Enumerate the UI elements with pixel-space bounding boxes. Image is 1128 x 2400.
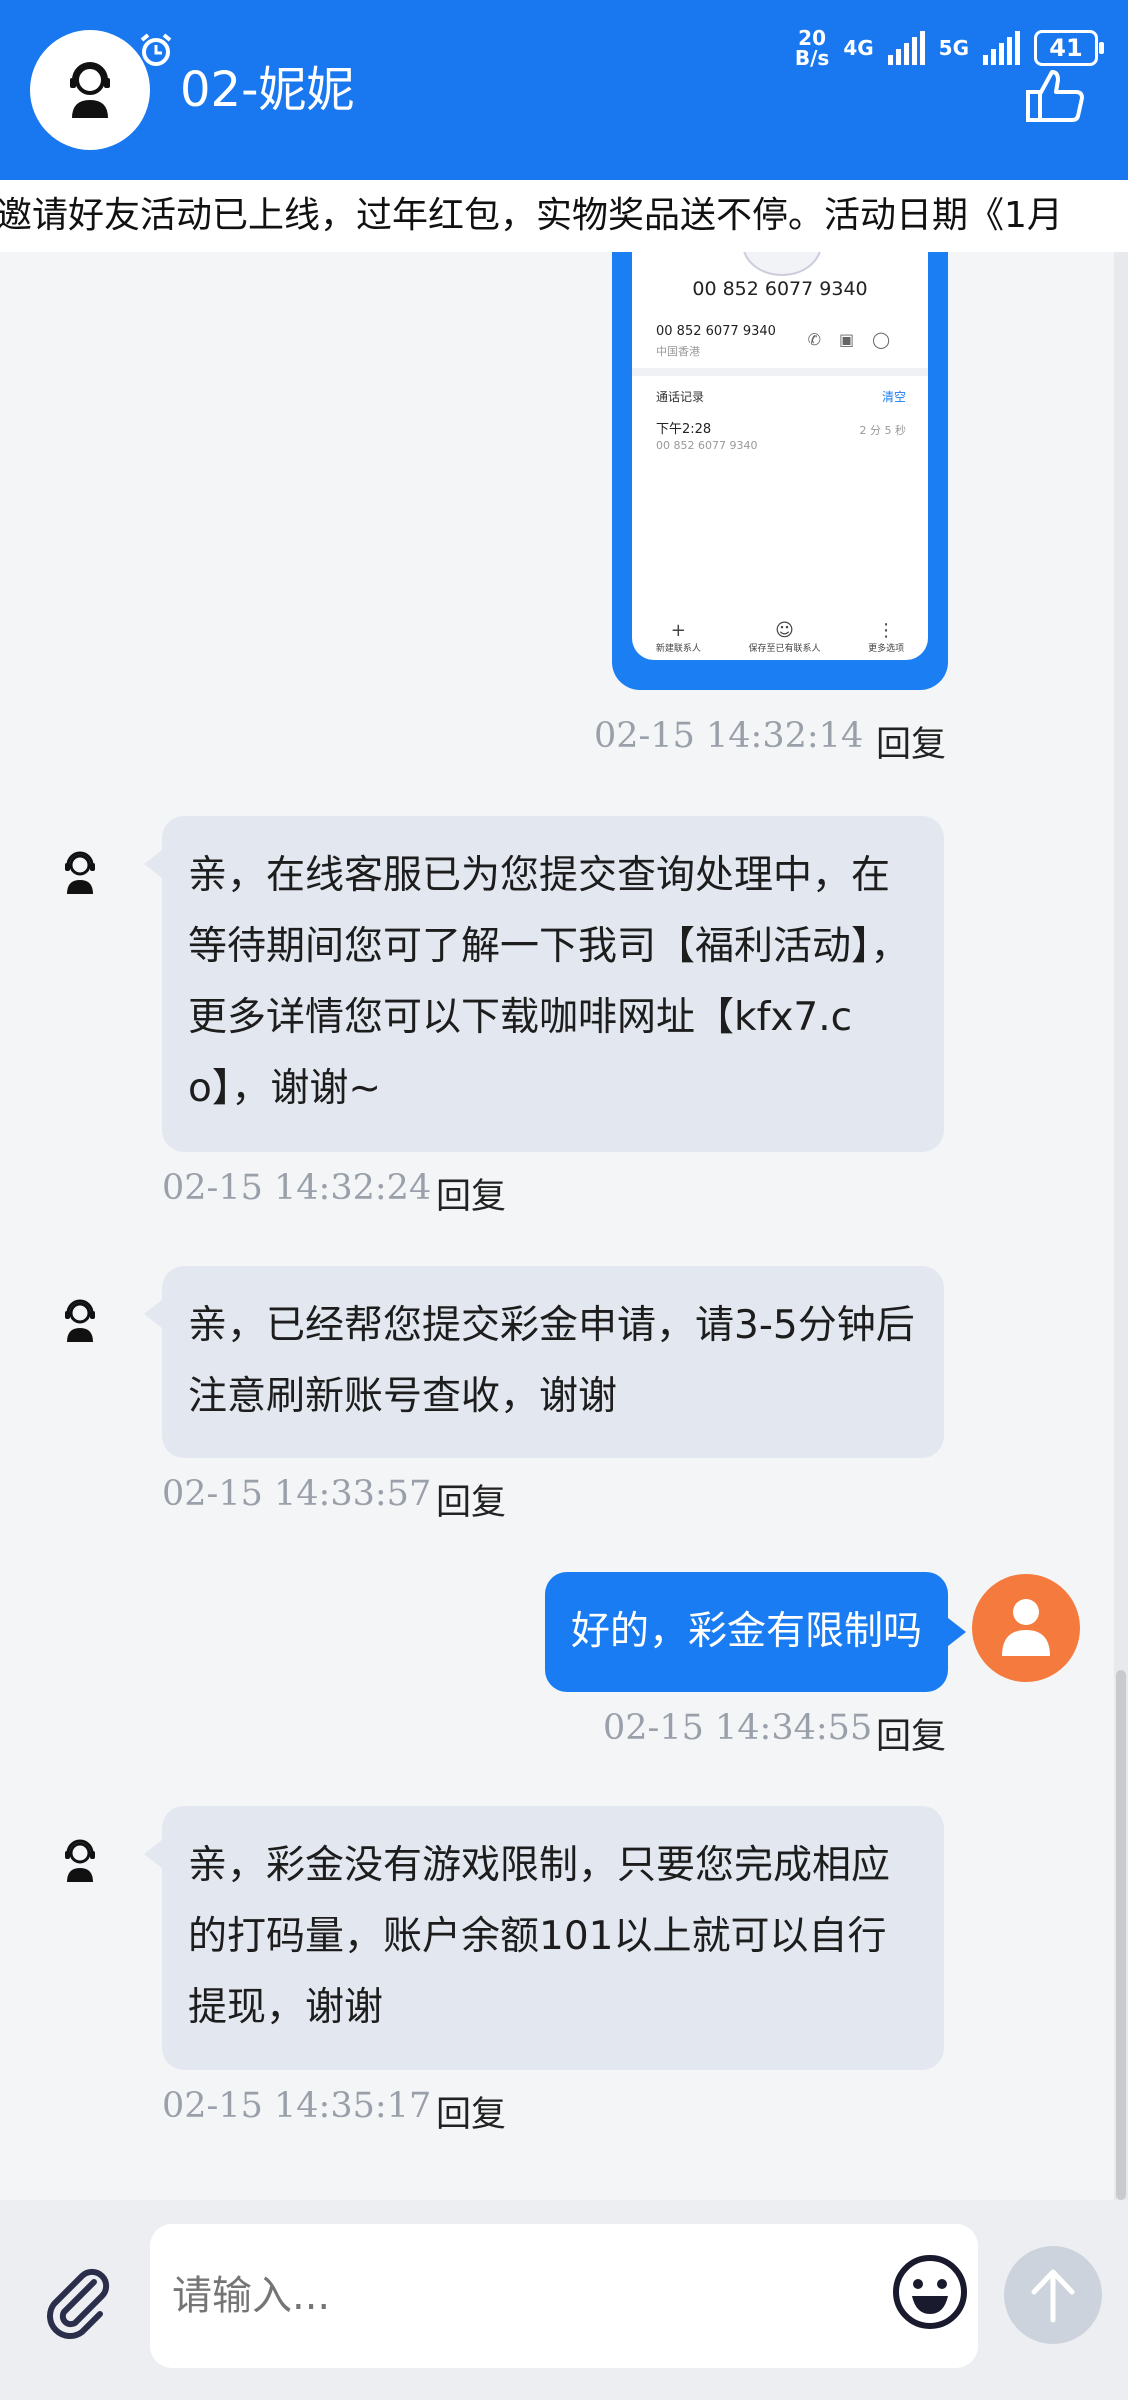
message-time: 02-15 14:34:55 <box>603 1708 873 1748</box>
nav-new-contact: + 新建联系人 <box>655 620 701 654</box>
message-time: 02-15 14:35:17 <box>162 2086 432 2126</box>
screenshot-number-row: 00 852 6077 9340 中国香港 <box>656 324 776 358</box>
reply-link[interactable]: 回复 <box>436 1168 506 1219</box>
paperclip-icon[interactable] <box>36 2260 116 2340</box>
battery-indicator: 41 <box>1034 30 1104 66</box>
user-message-bubble[interactable]: 好的，彩金有限制吗 <box>544 1572 967 1692</box>
call-actions-icons: ✆▣◯ <box>807 330 908 349</box>
agent-avatar[interactable] <box>30 30 150 150</box>
composer-bar <box>0 2200 1128 2400</box>
reply-link[interactable]: 回复 <box>436 2086 506 2137</box>
agent-message-bubble[interactable]: 亲，在线客服已为您提交查询处理中，在等待期间您可了解一下我司【福利活动】，更多详… <box>144 816 944 1152</box>
message-time: 02-15 14:32:24 <box>162 1168 432 1208</box>
net-speed: 20 B/s <box>794 26 830 70</box>
agent-message-bubble[interactable]: 亲，已经帮您提交彩金申请，请3-5分钟后注意刷新账号查收，谢谢 <box>144 1266 944 1458</box>
screenshot-number: 00 852 6077 9340 <box>692 278 868 300</box>
notice-text: 邀请好友活动已上线，过年红包，实物奖品送不停。活动日期《1月 <box>0 195 1063 236</box>
reply-link[interactable]: 回复 <box>876 1708 946 1759</box>
user-avatar[interactable] <box>972 1574 1080 1682</box>
records-label: 通话记录 <box>656 390 705 404</box>
signal-icon <box>983 31 1020 65</box>
agent-headset-icon <box>65 851 95 894</box>
app-header: 02-妮妮 20 B/s 4G 5G 41 <box>0 0 1128 180</box>
clear-label: 清空 <box>881 390 906 404</box>
message-time: 02-15 14:33:57 <box>162 1474 432 1514</box>
agent-headset-icon <box>65 1839 95 1882</box>
agent-message-bubble[interactable]: 亲，彩金没有游戏限制，只要您完成相应的打码量，账户余额101以上就可以自行提现，… <box>144 1806 944 2070</box>
send-button[interactable] <box>1004 2246 1102 2344</box>
arrow-up-icon <box>1031 2269 1075 2323</box>
emoji-icon[interactable] <box>890 2252 970 2332</box>
contact-avatar-placeholder <box>742 252 822 276</box>
call-log-screenshot: 00 852 6077 9340 00 852 6077 9340 中国香港 ✆… <box>632 252 928 660</box>
call-record: 下午2:28 00 852 6077 9340 <box>656 422 758 452</box>
page-title: 02-妮妮 <box>180 62 355 118</box>
scrollbar-thumb[interactable] <box>1116 1670 1126 2200</box>
image-message[interactable]: 00 852 6077 9340 00 852 6077 9340 中国香港 ✆… <box>612 252 948 690</box>
screenshot-bottom-nav: + 新建联系人 ☺ 保存至已有联系人 ⋮ 更多选项 <box>632 620 928 654</box>
signal-icon <box>887 31 925 65</box>
agent-headset-icon <box>65 1299 95 1342</box>
divider <box>632 368 928 376</box>
call-duration: 2 分 5 秒 <box>859 424 907 437</box>
notice-marquee[interactable]: 邀请好友活动已上线，过年红包，实物奖品送不停。活动日期《1月 <box>0 180 1128 252</box>
agent-headset-icon <box>70 62 110 118</box>
chat-list[interactable]: 00 852 6077 9340 00 852 6077 9340 中国香港 ✆… <box>0 252 1128 2200</box>
thumbs-up-icon[interactable] <box>1024 66 1086 124</box>
user-icon <box>1002 1599 1050 1656</box>
network-5g-label: 5G <box>938 36 969 60</box>
status-bar: 20 B/s 4G 5G 41 <box>794 26 1104 70</box>
network-4g-label: 4G <box>843 36 874 60</box>
alarm-icon <box>140 33 172 66</box>
reply-link[interactable]: 回复 <box>876 716 946 767</box>
nav-save-contact: ☺ 保存至已有联系人 <box>748 620 821 654</box>
message-input[interactable] <box>150 2224 978 2368</box>
nav-more: ⋮ 更多选项 <box>868 620 905 654</box>
reply-link[interactable]: 回复 <box>436 1474 506 1525</box>
message-time: 02-15 14:32:14 <box>594 716 864 756</box>
